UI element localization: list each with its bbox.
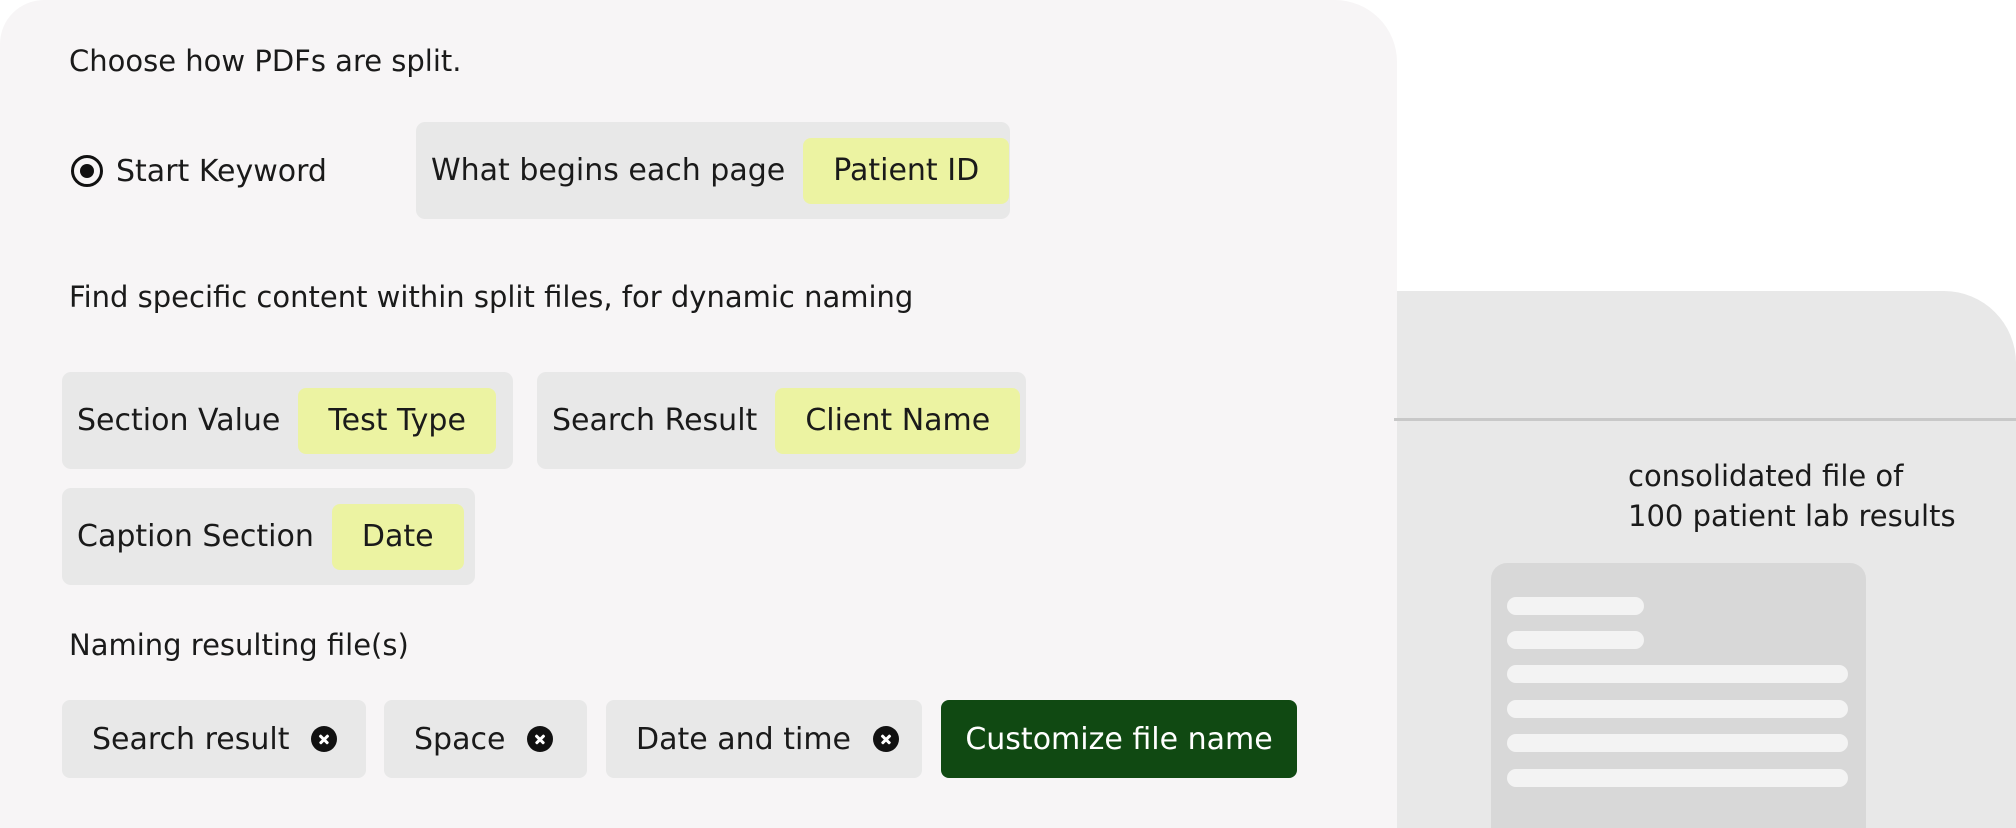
start-keyword-field-label: What begins each page — [431, 153, 786, 188]
caption-section-field[interactable]: Caption Section Date — [62, 488, 475, 585]
search-result-value[interactable]: Client Name — [775, 387, 1021, 454]
tag-space[interactable]: Space — [384, 700, 587, 778]
caption-section-value[interactable]: Date — [331, 503, 464, 570]
document-line — [1507, 769, 1848, 787]
start-keyword-label[interactable]: Start Keyword — [116, 157, 327, 187]
tag-space-label: Space — [414, 721, 506, 757]
tag-date-and-time[interactable]: Date and time — [606, 700, 922, 778]
section-value-value[interactable]: Test Type — [298, 387, 496, 454]
tag-search-result-label: Search result — [92, 721, 290, 757]
document-icon — [1491, 563, 1866, 828]
split-prompt: Choose how PDFs are split. — [69, 44, 462, 78]
section-value-label: Section Value — [77, 403, 281, 438]
customize-file-name-button[interactable]: Customize file name — [941, 700, 1297, 778]
start-keyword-value[interactable]: Patient ID — [803, 137, 1010, 204]
search-result-label: Search Result — [552, 403, 758, 438]
start-keyword-field[interactable]: What begins each page Patient ID — [416, 122, 1010, 219]
tag-date-and-time-label: Date and time — [636, 721, 851, 757]
remove-search-result-icon[interactable] — [311, 726, 338, 752]
document-line — [1507, 700, 1848, 718]
preview-divider — [1394, 418, 2016, 421]
document-line — [1507, 631, 1644, 649]
naming-prompt: Naming resulting file(s) — [69, 628, 409, 662]
section-value-field[interactable]: Section Value Test Type — [62, 372, 513, 469]
document-line — [1507, 597, 1644, 615]
remove-date-and-time-icon[interactable] — [873, 726, 899, 752]
document-line — [1507, 665, 1848, 683]
search-result-field[interactable]: Search Result Client Name — [537, 372, 1026, 469]
dynamic-naming-prompt: Find specific content within split files… — [69, 280, 914, 314]
caption-section-label: Caption Section — [77, 519, 314, 554]
remove-space-icon[interactable] — [527, 726, 554, 752]
document-line — [1507, 734, 1848, 752]
radio-selected-icon[interactable] — [71, 155, 103, 187]
tag-search-result[interactable]: Search result — [62, 700, 366, 778]
preview-caption-line-1: consolidated file of — [1628, 459, 1904, 493]
preview-caption-line-2: 100 patient lab results — [1628, 499, 1956, 533]
